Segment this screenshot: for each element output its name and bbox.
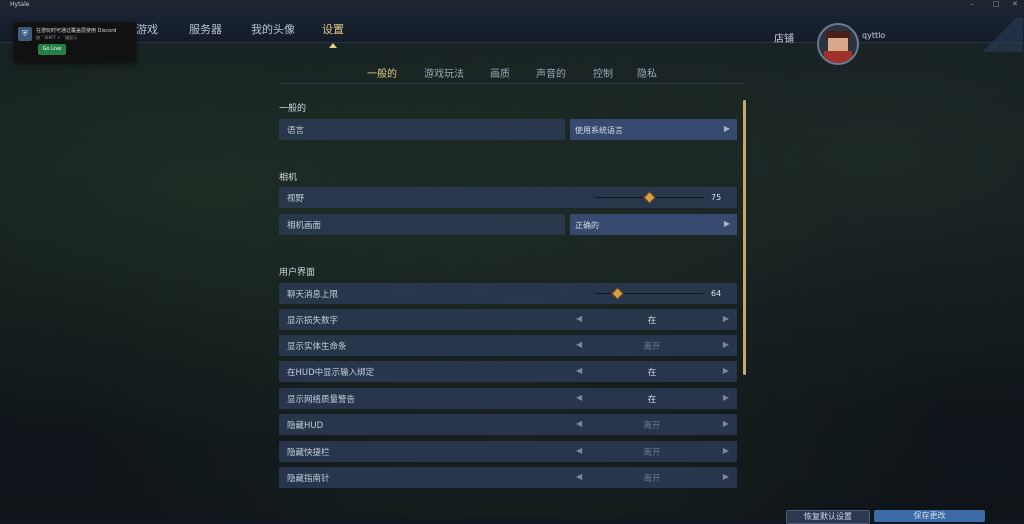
option-value: 离开 [643, 448, 661, 458]
option-value: 离开 [643, 421, 661, 431]
language-value: 使用系统语言 [575, 126, 623, 135]
avatar-face [828, 38, 848, 51]
window-titlebar: Hytale – □ ✕ [0, 0, 1024, 9]
discord-notification[interactable]: ⛨ 在游玩时可通过覆盖层使用 Discord 按 ` SHIFT + ` 键显示… [14, 22, 136, 62]
section-title-ui: 用户界面 [279, 268, 316, 278]
setting-label: 聊天消息上限 [287, 290, 339, 300]
next-option-icon[interactable]: ▶ [723, 340, 729, 349]
setting-label: 显示损失数字 [287, 316, 339, 326]
setting-label: 视野 [287, 194, 305, 204]
option-value: 在 [647, 368, 657, 378]
chat-limit-value: 64 [711, 289, 722, 298]
tab-controls[interactable]: 控制 [593, 65, 613, 80]
previous-option-icon[interactable]: ◀ [576, 314, 582, 323]
setting-label: 在HUD中显示输入绑定 [287, 368, 375, 378]
minimize-icon[interactable]: – [970, 0, 974, 9]
next-option-icon[interactable]: ▶ [723, 393, 729, 402]
toggle-row-entity-health[interactable]: 显示实体生命条 ◀ 离开 ▶ [279, 335, 737, 356]
setting-label: 显示实体生命条 [287, 342, 347, 352]
tab-audio[interactable]: 声音的 [536, 65, 566, 80]
store-link[interactable]: 店铺 [774, 30, 794, 45]
toggle-row-network-warning[interactable]: 显示网络质量警告 ◀ 在 ▶ [279, 388, 737, 409]
camera-mode-dropdown[interactable]: 正确的 ▶ [570, 214, 737, 235]
setting-label: 相机画面 [287, 221, 322, 231]
nav-item-play[interactable]: 游戏 [136, 21, 158, 37]
notification-title: 在游玩时可通过覆盖层使用 Discord [36, 28, 117, 34]
chat-limit-setting: 聊天消息上限 64 [279, 283, 737, 304]
top-navigation: 游戏 服务器 我的头像 设置 店铺 qyttlo [0, 9, 1024, 65]
setting-label: 隐藏HUD [287, 421, 324, 431]
previous-option-icon[interactable]: ◀ [576, 446, 582, 455]
setting-label: 语言 [287, 126, 305, 136]
fov-setting: 视野 75 [279, 187, 737, 208]
next-option-icon[interactable]: ▶ [723, 419, 729, 428]
toggle-row-hide-hud[interactable]: 隐藏HUD ◀ 离开 ▶ [279, 414, 737, 435]
next-option-icon[interactable]: ▶ [723, 314, 729, 323]
nav-item-servers[interactable]: 服务器 [189, 21, 222, 37]
nav-item-settings[interactable]: 设置 [322, 21, 344, 37]
language-dropdown[interactable]: 使用系统语言 ▶ [570, 119, 737, 140]
play-arrow-icon: ▶ [723, 124, 730, 133]
tab-privacy[interactable]: 隐私 [637, 65, 657, 80]
settings-panel: 一般的 语言 使用系统语言 ▶ 相机 视野 75 相机画面 正确的 ▶ 用户界面… [279, 92, 739, 494]
notification-subtitle: 按 ` SHIFT + ` 键显示 [36, 35, 78, 40]
toggle-row-input-bindings[interactable]: 在HUD中显示输入绑定 ◀ 在 ▶ [279, 361, 737, 382]
camera-mode-value: 正确的 [575, 221, 599, 230]
corner-decoration [975, 18, 1023, 52]
fov-slider-handle[interactable] [643, 191, 656, 204]
avatar[interactable] [817, 23, 859, 65]
active-nav-indicator [329, 43, 337, 48]
option-value: 在 [647, 395, 657, 405]
toggle-row-damage-numbers[interactable]: 显示损失数字 ◀ 在 ▶ [279, 309, 737, 330]
reset-defaults-button[interactable]: 恢复默认设置 [786, 510, 870, 524]
save-changes-button[interactable]: 保存更改 [874, 510, 985, 522]
avatar-shirt [824, 51, 852, 63]
setting-label: 显示网络质量警告 [287, 395, 356, 405]
tab-general[interactable]: 一般的 [367, 65, 397, 80]
next-option-icon[interactable]: ▶ [723, 472, 729, 481]
close-icon[interactable]: ✕ [1012, 0, 1018, 9]
option-value: 在 [647, 316, 657, 326]
fov-value: 75 [711, 193, 722, 202]
toggle-row-hide-hotbar[interactable]: 隐藏快捷栏 ◀ 离开 ▶ [279, 441, 737, 462]
tab-gameplay[interactable]: 游戏玩法 [424, 65, 464, 80]
toggle-row-hide-compass[interactable]: 隐藏指南针 ◀ 离开 ▶ [279, 467, 737, 488]
setting-label: 隐藏快捷栏 [287, 448, 330, 458]
previous-option-icon[interactable]: ◀ [576, 419, 582, 428]
tab-graphics[interactable]: 画质 [490, 65, 510, 80]
setting-label: 隐藏指南针 [287, 474, 330, 484]
play-arrow-icon: ▶ [723, 219, 730, 228]
settings-tabs: 一般的 游戏玩法 画质 声音的 控制 隐私 [280, 63, 746, 84]
settings-scrollbar[interactable] [743, 100, 746, 375]
previous-option-icon[interactable]: ◀ [576, 340, 582, 349]
previous-option-icon[interactable]: ◀ [576, 472, 582, 481]
go-live-button[interactable]: Go Live [38, 44, 66, 55]
section-title-general: 一般的 [279, 104, 307, 114]
setting-label-box: 语言 [279, 119, 565, 140]
language-setting[interactable]: 语言 使用系统语言 ▶ [279, 119, 737, 140]
game-icon: ⛨ [18, 27, 32, 41]
nav-item-avatar[interactable]: 我的头像 [251, 21, 295, 37]
maximize-icon[interactable]: □ [993, 0, 1000, 9]
previous-option-icon[interactable]: ◀ [576, 366, 582, 375]
username[interactable]: qyttlo [862, 31, 885, 40]
option-value: 离开 [643, 342, 661, 352]
setting-label-box: 相机画面 [279, 214, 565, 235]
next-option-icon[interactable]: ▶ [723, 446, 729, 455]
previous-option-icon[interactable]: ◀ [576, 393, 582, 402]
window-title: Hytale [10, 1, 30, 8]
option-value: 离开 [643, 474, 661, 484]
camera-mode-setting[interactable]: 相机画面 正确的 ▶ [279, 214, 737, 235]
next-option-icon[interactable]: ▶ [723, 366, 729, 375]
section-title-camera: 相机 [279, 173, 298, 183]
chat-limit-slider-handle[interactable] [610, 287, 624, 300]
